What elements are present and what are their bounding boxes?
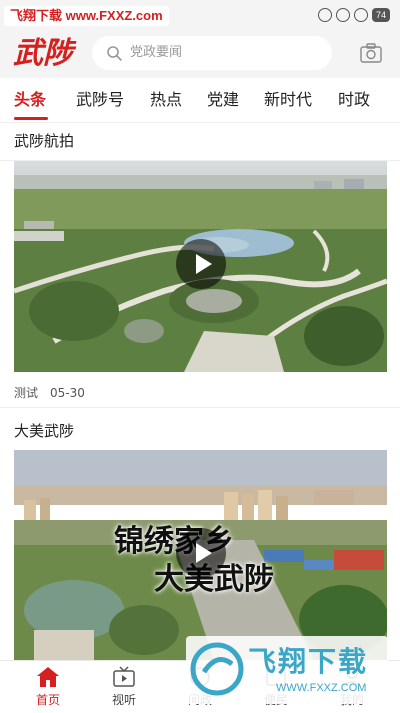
tab-politics[interactable]: 时政 [338,78,370,122]
alarm-icon [335,8,350,22]
nav-home-label: 首页 [35,693,60,707]
nav-video[interactable]: 视听 [94,661,154,713]
nav-home[interactable]: 首页 [18,661,78,713]
watermark-logo-icon [190,642,244,696]
channel-tabs: 头条 武陟号 热点 党建 新时代 时政 [0,78,400,123]
search-icon [107,46,122,61]
battery-indicator: 74 [371,8,390,22]
play-button[interactable] [176,239,226,289]
home-icon [37,667,59,687]
camera-icon[interactable] [360,43,382,63]
video-thumbnail[interactable]: 锦绣家乡 大美武陟 [14,450,387,660]
signal-icon [317,8,332,22]
tab-headlines[interactable]: 头条 [14,78,46,122]
play-button[interactable] [176,528,226,578]
wifi-icon [353,8,368,22]
active-tab-indicator [14,117,48,120]
news-title[interactable]: 大美武陟 [14,420,74,441]
tab-hot[interactable]: 热点 [150,78,182,122]
watermark-url: WWW.FXXZ.COM [276,682,367,694]
tab-party-building[interactable]: 党建 [207,78,239,122]
divider [0,407,400,408]
video-thumbnail[interactable] [14,161,387,372]
news-title[interactable]: 武陟航拍 [14,130,74,151]
search-bar[interactable]: 党政要闻 [92,36,332,70]
watermark-top: 飞翔下载 www.FXXZ.com [4,6,169,26]
app-logo: 武陟 [13,36,73,71]
status-bar: 飞翔下载 www.FXXZ.com 74 [0,0,400,30]
tv-icon [113,666,135,687]
app-header: 武陟 党政要闻 [0,30,400,78]
play-icon [196,543,212,563]
news-source: 测试 [14,386,39,400]
watermark-bottom: 飞翔下载 WWW.FXXZ.COM [186,636,388,704]
watermark-name: 飞翔下载 [248,645,369,678]
search-placeholder: 党政要闻 [130,45,183,60]
news-meta: 测试 05-30 [14,384,97,401]
play-icon [196,254,212,274]
tab-new-era[interactable]: 新时代 [264,78,312,122]
news-date: 05-30 [50,386,85,400]
tab-wuzhi-hao[interactable]: 武陟号 [76,78,124,122]
status-icons: 74 [317,8,390,22]
nav-video-label: 视听 [111,693,136,707]
